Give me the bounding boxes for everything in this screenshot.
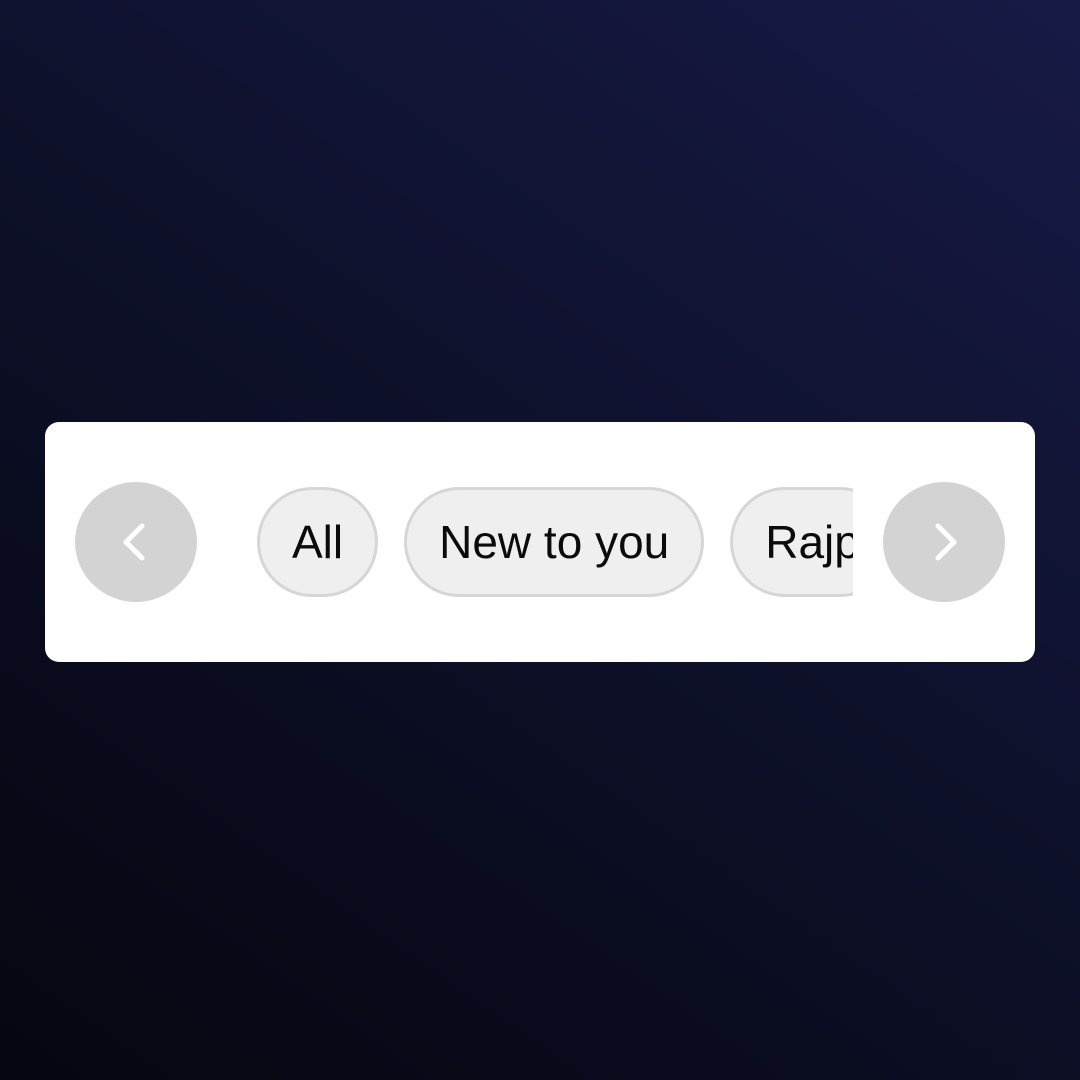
chip-all[interactable]: All <box>257 487 379 597</box>
next-button[interactable] <box>883 482 1005 602</box>
chip-new-to-you[interactable]: New to you <box>404 487 705 597</box>
chip-scroller[interactable]: All New to you Rajp <box>257 486 853 598</box>
chip-rajp[interactable]: Rajp <box>730 487 853 597</box>
chevron-left-icon <box>123 523 145 561</box>
filter-chip-bar: All New to you Rajp <box>45 422 1035 662</box>
chevron-right-icon <box>935 523 957 561</box>
previous-button[interactable] <box>75 482 197 602</box>
chip-track: All New to you Rajp <box>257 486 853 598</box>
